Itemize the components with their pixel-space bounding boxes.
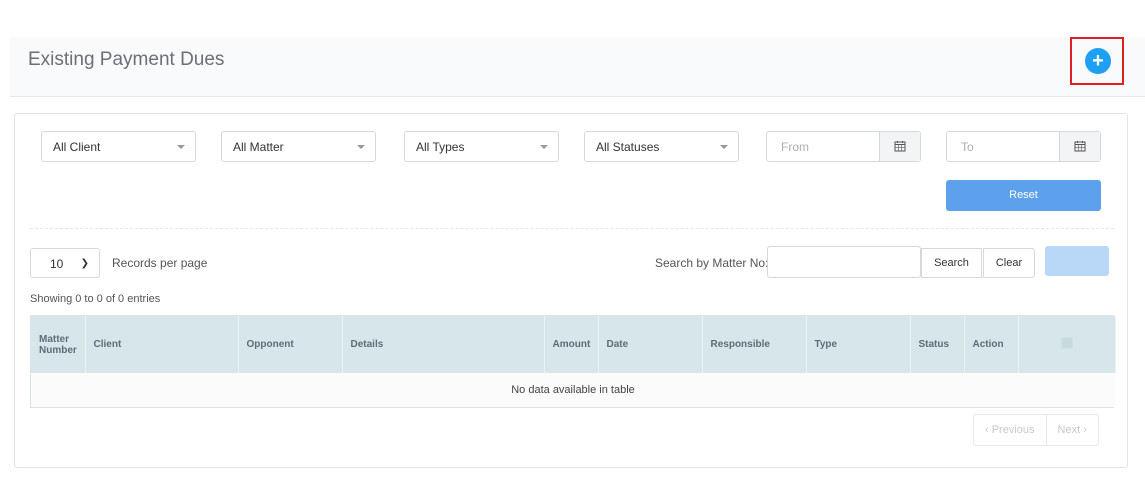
to-calendar-button[interactable] [1059, 132, 1100, 161]
from-date-field[interactable]: From [766, 131, 921, 162]
pagination: ‹ Previous Next › [973, 414, 1099, 446]
calendar-icon [1074, 141, 1086, 152]
matter-filter-value: All Matter [233, 140, 284, 154]
from-calendar-button[interactable] [879, 132, 920, 161]
chevron-down-icon [177, 145, 185, 149]
add-payment-due-button[interactable]: + [1085, 48, 1111, 74]
column-header[interactable]: Client [85, 316, 239, 373]
select-all-checkbox[interactable] [1060, 337, 1073, 349]
column-header[interactable]: Opponent [238, 316, 343, 373]
records-per-page-label: Records per page [112, 256, 208, 270]
page-title: Existing Payment Dues [28, 49, 225, 70]
chevron-down-icon [357, 145, 365, 149]
payment-dues-card: All Client All Matter All Types All Stat… [14, 113, 1128, 468]
column-header[interactable]: Date [598, 316, 703, 373]
reset-button[interactable]: Reset [946, 180, 1101, 211]
calendar-icon [894, 141, 906, 152]
chevron-down-icon: ❯ [80, 258, 89, 269]
chevron-down-icon [540, 145, 548, 149]
column-header[interactable]: Status [910, 316, 965, 373]
client-filter-value: All Client [53, 140, 101, 154]
to-date-field[interactable]: To [946, 131, 1101, 162]
table-header-row: Matter Number Client Opponent Details Am… [31, 316, 1116, 373]
column-header[interactable]: Action [964, 316, 1019, 373]
chevron-down-icon [720, 145, 728, 149]
matter-search-input[interactable] [767, 246, 921, 278]
type-filter-select[interactable]: All Types [404, 131, 559, 162]
column-header[interactable]: Type [806, 316, 911, 373]
select-all-header[interactable] [1018, 316, 1116, 373]
payment-dues-table: Matter Number Client Opponent Details Am… [30, 315, 1116, 408]
filter-divider [30, 228, 1114, 229]
search-label: Search by Matter No: [655, 256, 769, 270]
column-header[interactable]: Amount [544, 316, 599, 373]
page-header: Existing Payment Dues + [10, 37, 1145, 97]
column-header[interactable]: Matter Number [31, 316, 86, 373]
table-row: No data available in table [31, 373, 1115, 407]
previous-page-button[interactable]: ‹ Previous [974, 415, 1046, 445]
from-date-placeholder: From [781, 140, 809, 154]
status-filter-select[interactable]: All Statuses [584, 131, 739, 162]
records-per-page-select[interactable]: 10 ❯ [30, 248, 100, 278]
entries-info: Showing 0 to 0 of 0 entries [30, 293, 161, 305]
to-date-placeholder: To [961, 140, 974, 154]
column-header[interactable]: Responsible [702, 316, 807, 373]
disabled-action-button[interactable] [1045, 246, 1109, 276]
status-filter-value: All Statuses [596, 140, 660, 154]
type-filter-value: All Types [416, 140, 465, 154]
clear-button[interactable]: Clear [983, 248, 1035, 278]
next-page-button[interactable]: Next › [1045, 415, 1098, 445]
column-header[interactable]: Details [342, 316, 545, 373]
empty-table-message: No data available in table [31, 373, 1115, 407]
search-button[interactable]: Search [921, 248, 982, 278]
matter-filter-select[interactable]: All Matter [221, 131, 376, 162]
client-filter-select[interactable]: All Client [41, 131, 196, 162]
records-per-page-value: 10 [50, 257, 64, 271]
